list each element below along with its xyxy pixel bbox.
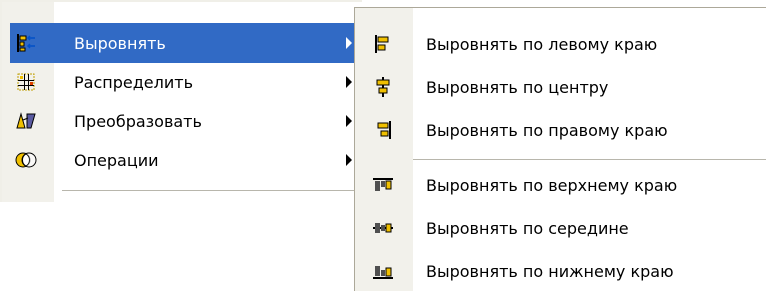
operations-icon [15, 149, 37, 171]
menu-item-align[interactable]: Выровнять [2, 21, 362, 65]
menu-item-label: Выровнять [74, 33, 166, 53]
distribute-icon [15, 71, 37, 93]
context-menu: Выровнять Распределить Преобразовать Опе… [0, 0, 362, 202]
menu-item-label: Распределить [74, 72, 193, 92]
align-top-icon [372, 174, 394, 196]
submenu-item-align-left[interactable]: Выровнять по левому краю [355, 22, 766, 66]
align-submenu: Выровнять по левому краю Выровнять по це… [354, 7, 766, 291]
align-bottom-icon [372, 260, 394, 282]
menu-item-transform[interactable]: Преобразовать [2, 99, 362, 143]
submenu-item-align-top[interactable]: Выровнять по верхнему краю [355, 163, 766, 207]
submenu-item-label: Выровнять по нижнему краю [426, 261, 674, 281]
align-right-icon [372, 119, 394, 141]
submenu-arrow-icon [346, 76, 352, 88]
menu-separator [62, 190, 362, 191]
align-icon [15, 32, 37, 54]
submenu-arrow-icon [346, 154, 352, 166]
menu-item-operations[interactable]: Операции [2, 138, 362, 182]
submenu-arrow-icon [346, 37, 352, 49]
submenu-item-label: Выровнять по верхнему краю [426, 175, 678, 195]
align-center-icon [372, 76, 394, 98]
submenu-item-label: Выровнять по правому краю [426, 120, 668, 140]
submenu-item-label: Выровнять по левому краю [426, 34, 658, 54]
menu-item-distribute[interactable]: Распределить [2, 60, 362, 104]
submenu-item-label: Выровнять по центру [426, 77, 609, 97]
submenu-arrow-icon [346, 115, 352, 127]
submenu-item-align-bottom[interactable]: Выровнять по нижнему краю [355, 249, 766, 293]
selection-highlight [10, 23, 362, 63]
submenu-separator [413, 159, 766, 160]
submenu-item-align-right[interactable]: Выровнять по правому краю [355, 108, 766, 152]
align-left-icon [372, 33, 394, 55]
transform-icon [15, 110, 37, 132]
align-middle-icon [372, 217, 394, 239]
submenu-item-label: Выровнять по середине [426, 218, 629, 238]
menu-item-label: Операции [74, 150, 159, 170]
submenu-item-align-middle[interactable]: Выровнять по середине [355, 206, 766, 250]
menu-item-label: Преобразовать [74, 111, 202, 131]
submenu-item-align-center[interactable]: Выровнять по центру [355, 65, 766, 109]
